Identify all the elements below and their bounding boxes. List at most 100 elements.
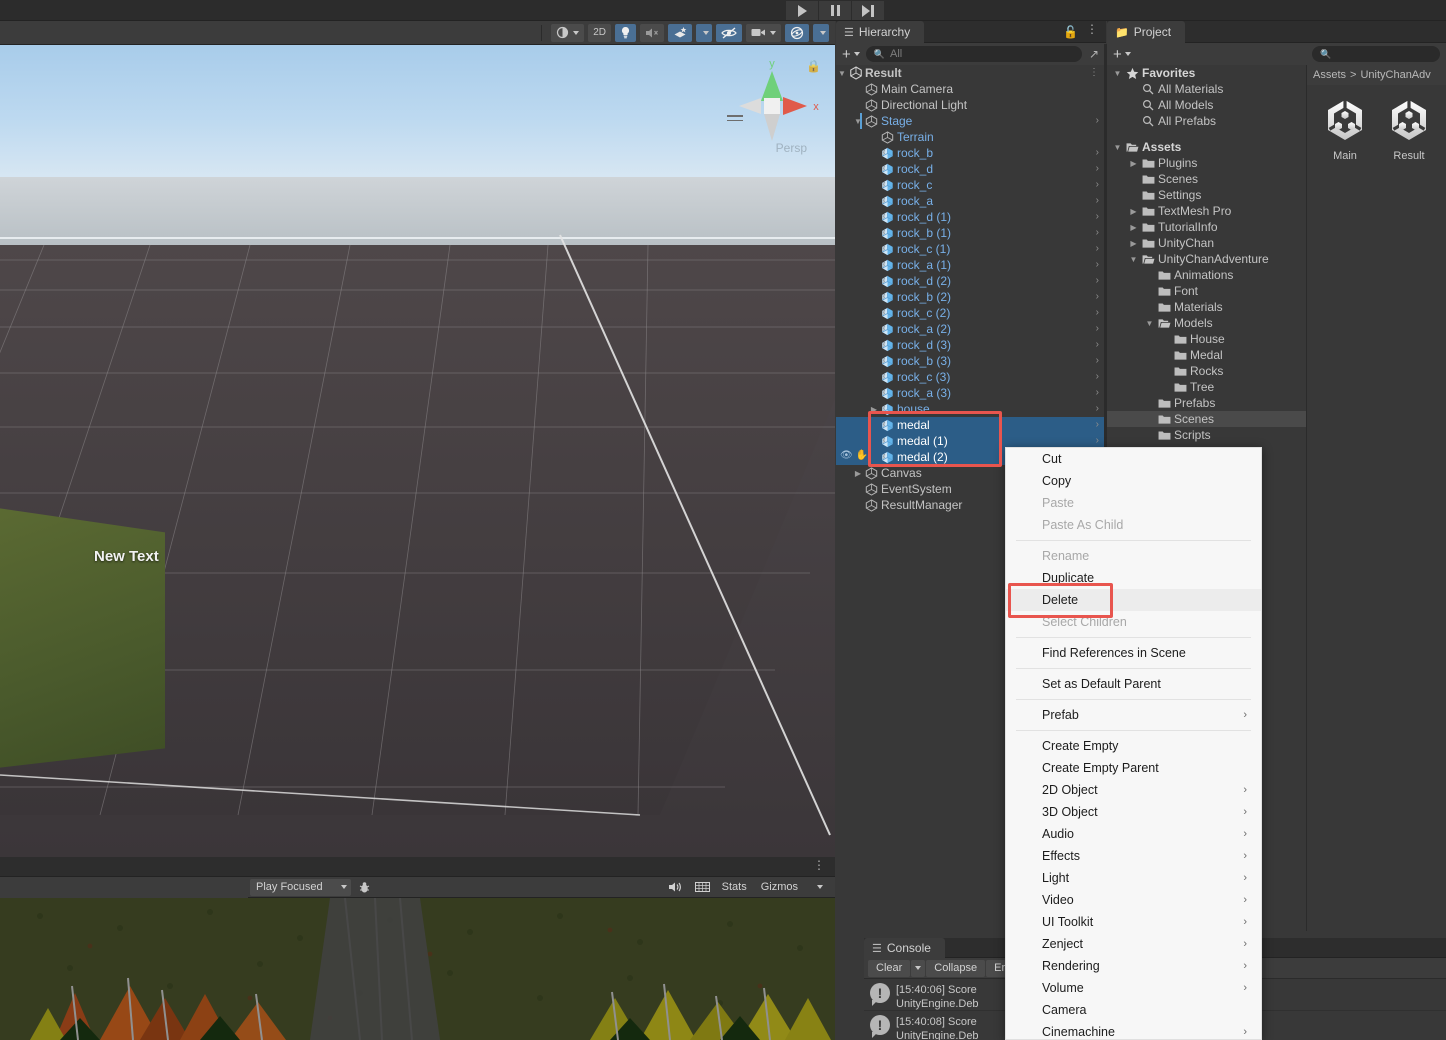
project-item-scenes[interactable]: Scenes: [1107, 411, 1306, 427]
hierarchy-item-stage[interactable]: ▼Stage›: [836, 113, 1106, 129]
hierarchy-item-rock-a-1-[interactable]: rock_a (1)›: [836, 257, 1106, 273]
hierarchy-search-input[interactable]: 🔍 All: [866, 46, 1082, 62]
hierarchy-item-rock-b-3-[interactable]: rock_b (3)›: [836, 353, 1106, 369]
chevron-right-icon[interactable]: ▶: [1127, 239, 1140, 248]
play-mode-dropdown[interactable]: Play Focused: [250, 879, 351, 896]
game-gizmos-dropdown[interactable]: [809, 879, 831, 896]
hierarchy-item-house[interactable]: ▶house›: [836, 401, 1106, 417]
pause-button[interactable]: [819, 1, 851, 20]
hierarchy-item-rock-c-1-[interactable]: rock_c (1)›: [836, 241, 1106, 257]
hierarchy-item-rock-d-2-[interactable]: rock_d (2)›: [836, 273, 1106, 289]
chevron-down-icon[interactable]: ▼: [836, 69, 848, 78]
project-item-assets[interactable]: ▼Assets: [1107, 139, 1306, 155]
hierarchy-lock-button[interactable]: 🔓: [1063, 25, 1078, 39]
console-clear-button[interactable]: Clear: [868, 960, 910, 977]
menu-item-create-empty[interactable]: Create Empty: [1006, 735, 1261, 757]
scene-visibility-button[interactable]: [716, 24, 742, 42]
menu-item-copy[interactable]: Copy: [1006, 470, 1261, 492]
project-item-all-prefabs[interactable]: All Prefabs: [1107, 113, 1306, 129]
hierarchy-item-directional-light[interactable]: Directional Light: [836, 97, 1106, 113]
tab-hierarchy[interactable]: ☰ Hierarchy: [836, 21, 924, 43]
menu-item-video[interactable]: Video›: [1006, 889, 1261, 911]
menu-item-set-as-default-parent[interactable]: Set as Default Parent: [1006, 673, 1261, 695]
breadcrumb[interactable]: Assets > UnityChanAdv: [1307, 65, 1446, 85]
hierarchy-context-menu[interactable]: CutCopyPastePaste As ChildRenameDuplicat…: [1005, 447, 1262, 1040]
chevron-down-icon[interactable]: ▼: [1111, 69, 1124, 78]
game-gizmos-button[interactable]: Gizmos: [755, 881, 804, 893]
game-view-kebab[interactable]: ⋮: [813, 860, 825, 870]
hierarchy-item-rock-d-1-[interactable]: rock_d (1)›: [836, 209, 1106, 225]
menu-item-delete[interactable]: Delete: [1006, 589, 1261, 611]
asset-grid[interactable]: Main Result: [1307, 85, 1446, 162]
hierarchy-item-terrain[interactable]: Terrain: [836, 129, 1106, 145]
chevron-right-icon[interactable]: ›: [1096, 323, 1099, 334]
project-item-materials[interactable]: Materials: [1107, 299, 1306, 315]
hierarchy-item-rock-b-1-[interactable]: rock_b (1)›: [836, 225, 1106, 241]
project-item-all-materials[interactable]: All Materials: [1107, 81, 1306, 97]
hierarchy-item-result[interactable]: ▼Result⋮: [836, 65, 1106, 81]
menu-item-audio[interactable]: Audio›: [1006, 823, 1261, 845]
step-button[interactable]: [852, 1, 884, 20]
chevron-right-icon[interactable]: ›: [1096, 115, 1099, 126]
chevron-right-icon[interactable]: ›: [1096, 179, 1099, 190]
chevron-down-icon[interactable]: ▼: [1127, 255, 1140, 264]
hierarchy-item-rock-d-3-[interactable]: rock_d (3)›: [836, 337, 1106, 353]
project-item-rocks[interactable]: Rocks: [1107, 363, 1306, 379]
chevron-right-icon[interactable]: ›: [1096, 419, 1099, 430]
project-item-house[interactable]: House: [1107, 331, 1306, 347]
chevron-right-icon[interactable]: ›: [1096, 147, 1099, 158]
chevron-right-icon[interactable]: ›: [1096, 227, 1099, 238]
game-view[interactable]: [0, 898, 835, 1040]
hierarchy-item-rock-c[interactable]: rock_c›: [836, 177, 1106, 193]
project-asset-browser[interactable]: Assets > UnityChanAdv Main Result: [1306, 65, 1446, 931]
console-collapse-button[interactable]: Collapse: [926, 960, 985, 977]
scene-projection-label[interactable]: Persp: [776, 141, 807, 155]
scene-gizmos-button[interactable]: [785, 24, 809, 42]
hierarchy-item-rock-c-3-[interactable]: rock_c (3)›: [836, 369, 1106, 385]
chevron-right-icon[interactable]: ›: [1096, 435, 1099, 446]
hierarchy-item-kebab[interactable]: ⋮: [1089, 67, 1099, 78]
chevron-right-icon[interactable]: ▶: [868, 405, 880, 414]
project-item-font[interactable]: Font: [1107, 283, 1306, 299]
project-add-button[interactable]: +: [1111, 46, 1133, 63]
menu-item-2d-object[interactable]: 2D Object›: [1006, 779, 1261, 801]
project-item-animations[interactable]: Animations: [1107, 267, 1306, 283]
project-item-unitychanadventure[interactable]: ▼UnityChanAdventure: [1107, 251, 1306, 267]
chevron-right-icon[interactable]: ›: [1096, 211, 1099, 222]
hierarchy-kebab-button[interactable]: ⋮: [1086, 24, 1098, 35]
hierarchy-expand-button[interactable]: ↗: [1086, 47, 1102, 61]
chevron-right-icon[interactable]: ›: [1096, 371, 1099, 382]
breadcrumb-root[interactable]: Assets: [1313, 69, 1346, 81]
console-clear-dropdown[interactable]: [911, 960, 925, 977]
2d-toggle-button[interactable]: 2D: [588, 24, 611, 42]
menu-item-cinemachine[interactable]: Cinemachine›: [1006, 1021, 1261, 1040]
hierarchy-add-button[interactable]: +: [840, 46, 862, 63]
breadcrumb-current[interactable]: UnityChanAdv: [1360, 69, 1430, 81]
chevron-right-icon[interactable]: ›: [1096, 339, 1099, 350]
asset-result[interactable]: Result: [1385, 97, 1433, 162]
chevron-right-icon[interactable]: ›: [1096, 275, 1099, 286]
asset-main[interactable]: Main: [1321, 97, 1369, 162]
chevron-right-icon[interactable]: ›: [1096, 307, 1099, 318]
lock-icon[interactable]: 🔒: [806, 59, 821, 73]
hierarchy-item-rock-d[interactable]: rock_d›: [836, 161, 1106, 177]
project-item-medal[interactable]: Medal: [1107, 347, 1306, 363]
project-item-tree[interactable]: Tree: [1107, 379, 1306, 395]
scene-fx-button[interactable]: [668, 24, 692, 42]
game-aspect-button[interactable]: [692, 879, 714, 896]
scene-gizmos-dropdown-button[interactable]: [813, 24, 829, 42]
menu-item-effects[interactable]: Effects›: [1006, 845, 1261, 867]
play-button[interactable]: [786, 1, 818, 20]
menu-item-light[interactable]: Light›: [1006, 867, 1261, 889]
chevron-right-icon[interactable]: ›: [1096, 403, 1099, 414]
shading-mode-button[interactable]: [551, 24, 584, 42]
chevron-right-icon[interactable]: ▶: [1127, 223, 1140, 232]
menu-item-camera[interactable]: Camera: [1006, 999, 1261, 1021]
hierarchy-item-rock-c-2-[interactable]: rock_c (2)›: [836, 305, 1106, 321]
scene-fx-dropdown-button[interactable]: [696, 24, 712, 42]
hierarchy-item-main-camera[interactable]: Main Camera: [836, 81, 1106, 97]
hierarchy-item-rock-b[interactable]: rock_b›: [836, 145, 1106, 161]
chevron-right-icon[interactable]: ›: [1096, 355, 1099, 366]
project-search-input[interactable]: 🔍: [1312, 46, 1440, 62]
menu-item-zenject[interactable]: Zenject›: [1006, 933, 1261, 955]
